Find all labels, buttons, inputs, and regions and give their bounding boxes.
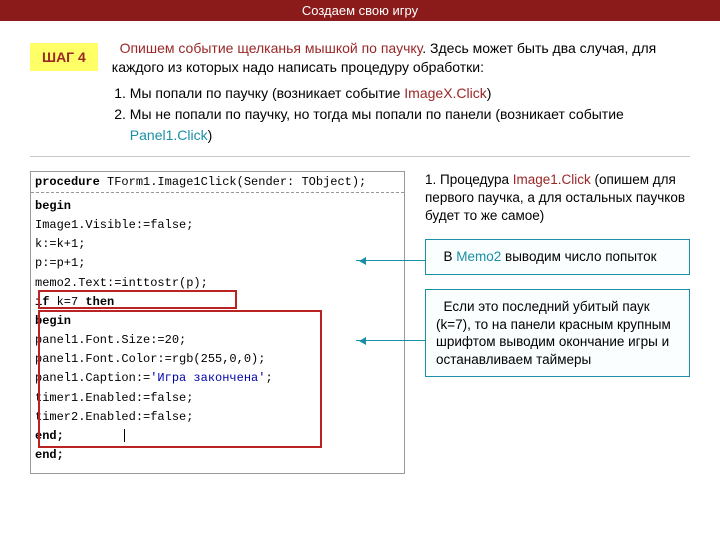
code-body: begin Image1.Visible:=false; k:=k+1; p:=… <box>31 193 404 474</box>
text-cursor <box>124 429 125 442</box>
page-header: Создаем свою игру <box>0 0 720 21</box>
lower-block: procedure TForm1.Image1Click(Sender: TOb… <box>0 171 720 475</box>
case-list: Мы попали по паучку (возникает событие I… <box>112 83 690 146</box>
code-box: procedure TForm1.Image1Click(Sender: TOb… <box>30 171 405 475</box>
intro-text: Опишем событие щелканья мышкой по паучку… <box>112 39 690 77</box>
divider <box>30 156 690 157</box>
callout-box: В Memo2 выводим число попыток <box>425 239 690 275</box>
procedure-description: 1. Процедура Image1.Click (опишем для пе… <box>425 171 690 226</box>
code-head: procedure TForm1.Image1Click(Sender: TOb… <box>31 172 404 193</box>
callout-box: Если это последний убитый паук (k=7), то… <box>425 289 690 377</box>
intro-container: Опишем событие щелканья мышкой по паучку… <box>112 39 690 146</box>
intro-block: ШАГ 4 Опишем событие щелканья мышкой по … <box>0 21 720 146</box>
intro-lead: Опишем событие щелканья мышкой по паучку <box>120 40 423 56</box>
list-item: Мы не попали по паучку, но тогда мы попа… <box>130 104 690 146</box>
step-badge: ШАГ 4 <box>30 43 98 71</box>
list-item: Мы попали по паучку (возникает событие I… <box>130 83 690 104</box>
header-title: Создаем свою игру <box>302 3 418 18</box>
event-name: ImageX.Click <box>404 85 486 101</box>
right-column: 1. Процедура Image1.Click (опишем для пе… <box>425 171 690 475</box>
event-name: Panel1.Click <box>130 127 208 143</box>
procedure-name: Image1.Click <box>513 172 591 187</box>
